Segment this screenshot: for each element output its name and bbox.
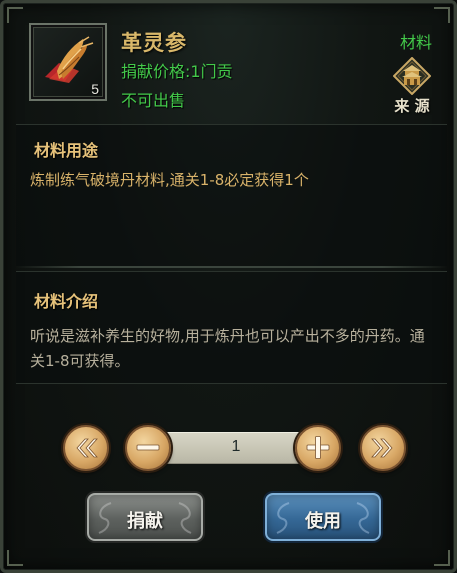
donate-label: 捐献 <box>127 511 163 532</box>
double-chevron-right-icon <box>371 438 393 458</box>
quantity-display[interactable]: 1 <box>161 432 311 464</box>
sell-status: 不可出售 <box>121 91 186 110</box>
minus-icon <box>136 444 160 451</box>
usage-section: 材料用途 炼制练气破境丹材料,通关1-8必定获得1个 <box>16 124 447 266</box>
quantity-max-button[interactable] <box>360 425 406 471</box>
corner-ornament <box>7 7 23 23</box>
item-count: 5 <box>91 81 99 97</box>
use-button[interactable]: 使用 <box>265 493 381 541</box>
quantity-minus-button[interactable] <box>125 425 171 471</box>
donate-price: 捐献价格:1门贡 <box>121 62 233 81</box>
item-name: 革灵参 <box>121 31 187 55</box>
double-chevron-left-icon <box>76 438 98 458</box>
intro-section: 材料介绍 听说是滋补养生的好物,用于炼丹也可以产出不多的丹药。通关1-8可获得。 <box>16 271 447 384</box>
corner-ornament <box>434 7 450 23</box>
usage-title: 材料用途 <box>34 141 99 160</box>
use-label: 使用 <box>305 511 341 532</box>
item-type: 材料 <box>399 33 432 52</box>
corner-ornament <box>7 550 23 566</box>
ginseng-root-icon <box>45 36 94 83</box>
section-divider <box>16 266 447 268</box>
intro-text: 听说是滋补养生的好物,用于炼丹也可以产出不多的丹药。通关1-8可获得。 <box>30 327 425 370</box>
pagoda-icon <box>393 57 431 95</box>
item-detail-panel: 5 革灵参 捐献价格:1门贡 不可出售 材料 来 源 材料用途 炼制练气破境丹材… <box>0 0 457 573</box>
quantity-min-button[interactable] <box>63 425 109 471</box>
intro-title: 材料介绍 <box>34 292 99 311</box>
corner-ornament <box>434 550 450 566</box>
quantity-plus-button[interactable] <box>295 425 341 471</box>
quantity-value: 1 <box>231 438 241 455</box>
plus-icon <box>306 436 330 459</box>
item-icon-slot: 5 <box>29 23 107 101</box>
source-button[interactable]: 来 源 <box>387 57 437 115</box>
donate-button[interactable]: 捐献 <box>87 493 203 541</box>
usage-text: 炼制练气破境丹材料,通关1-8必定获得1个 <box>30 171 309 189</box>
source-label: 来 源 <box>394 97 430 115</box>
